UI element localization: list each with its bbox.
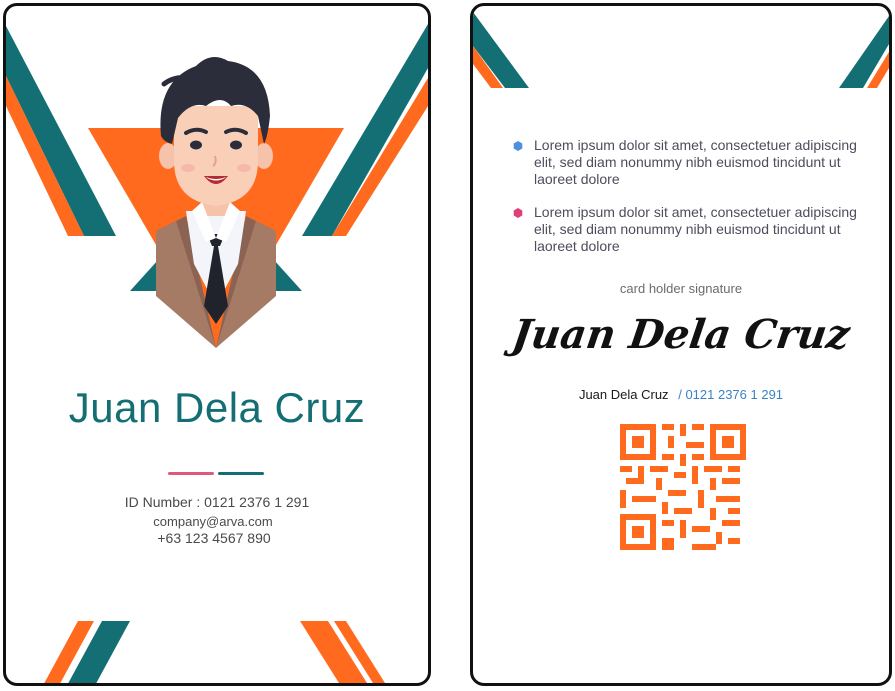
signature-label: card holder signature [619, 281, 743, 296]
bullet-item: Lorem ipsum dolor sit amet, consectetuer… [513, 137, 858, 188]
back-top-left-teal-stripe [473, 12, 529, 88]
bullet-text: Lorem ipsum dolor sit amet, consectetuer… [534, 204, 857, 254]
qr-code [620, 424, 746, 550]
bullet-text: Lorem ipsum dolor sit amet, consectetuer… [534, 137, 857, 187]
holder-name: Juan Dela Cruz [578, 387, 669, 402]
holder-separator: / [678, 387, 682, 402]
front-decoration [6, 24, 428, 683]
card-holder-name: Juan Dela Cruz [68, 384, 366, 431]
signature: Juan Dela Cruz [509, 311, 853, 358]
blue-hexagon-icon [513, 141, 523, 151]
id-number-line: ID Number : 0121 2376 1 291 [6, 494, 428, 510]
phone-text: +63 123 4567 890 [157, 530, 271, 546]
id-label: ID Number : [124, 494, 201, 510]
id-card-back: Lorem ipsum dolor sit amet, consectetuer… [470, 3, 892, 686]
holder-line: Juan Dela Cruz / 0121 2376 1 291 [473, 387, 889, 402]
email-text: company@arva.com [153, 514, 273, 529]
bullet-item: Lorem ipsum dolor sit amet, consectetuer… [513, 204, 858, 255]
divider-pink [168, 472, 214, 475]
top-right-orange-stripe [332, 78, 428, 236]
pink-hexagon-icon [513, 208, 523, 218]
id-card-front: Juan Dela Cruz ID Number : 0121 2376 1 2… [3, 3, 431, 686]
id-number: 0121 2376 1 291 [204, 494, 310, 510]
holder-id: 0121 2376 1 291 [685, 387, 784, 402]
divider-teal [218, 472, 264, 475]
